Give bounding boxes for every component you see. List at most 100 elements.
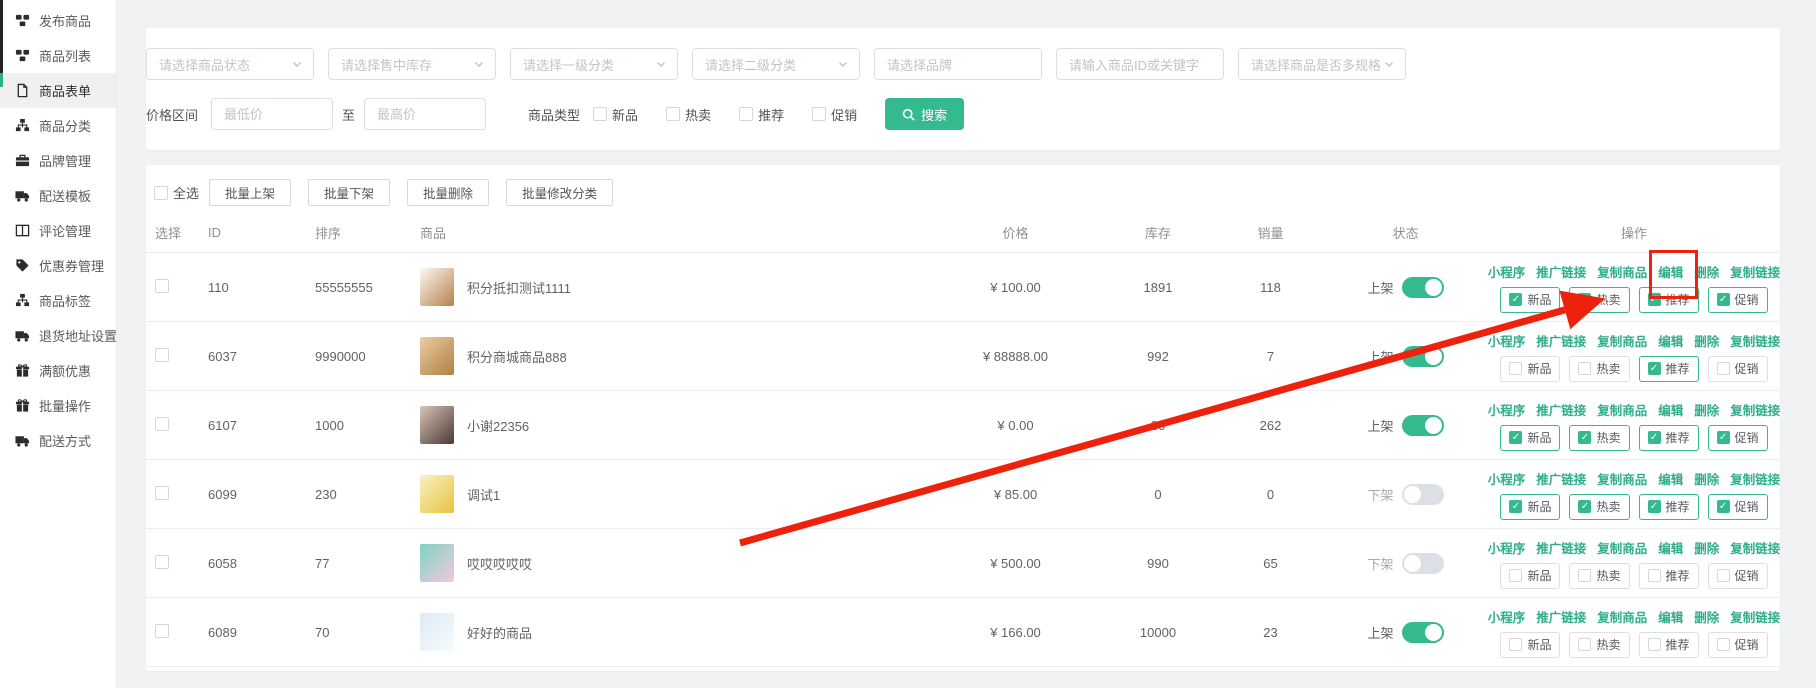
checkbox-icon[interactable] xyxy=(666,107,680,121)
min-price-input[interactable] xyxy=(211,98,333,130)
sidebar-item-delivery-template[interactable]: 配送模板 xyxy=(0,178,116,213)
action-mini-program[interactable]: 小程序 xyxy=(1488,262,1526,281)
status-toggle[interactable] xyxy=(1402,415,1444,436)
batch-delete-button[interactable]: 批量删除 xyxy=(407,179,489,206)
type-checkbox-new[interactable]: 新品 xyxy=(593,105,638,124)
batch-on-shelf-button[interactable]: 批量上架 xyxy=(209,179,291,206)
tag-checkbox-recommend[interactable]: ✓推荐 xyxy=(1639,494,1699,520)
action-mini-program[interactable]: 小程序 xyxy=(1488,400,1526,419)
max-price-input[interactable] xyxy=(364,98,486,130)
action-copy-link[interactable]: 复制链接 xyxy=(1730,400,1780,419)
sidebar-item-return-address-settings[interactable]: 退货地址设置 xyxy=(0,318,116,353)
tag-checkbox-hot[interactable]: ✓热卖 xyxy=(1569,494,1629,520)
tag-checkbox-promo[interactable]: 促销 xyxy=(1708,563,1768,589)
status-toggle[interactable] xyxy=(1402,622,1444,643)
action-edit[interactable]: 编辑 xyxy=(1658,607,1683,626)
action-edit[interactable]: 编辑 xyxy=(1658,400,1683,419)
select-all-checkbox[interactable]: 全选 xyxy=(154,183,199,202)
sidebar-item-publish-product[interactable]: 发布商品 xyxy=(0,3,116,38)
action-delete[interactable]: 删除 xyxy=(1694,469,1719,488)
tag-checkbox-recommend[interactable]: ✓推荐 xyxy=(1639,287,1699,313)
tag-checkbox-promo[interactable]: ✓促销 xyxy=(1708,287,1768,313)
action-copy-link[interactable]: 复制链接 xyxy=(1730,262,1780,281)
tag-checkbox-recommend[interactable]: ✓推荐 xyxy=(1639,356,1699,382)
tag-checkbox-promo[interactable]: ✓促销 xyxy=(1708,425,1768,451)
product-id-keyword-input[interactable]: 请输入商品ID或关键字 xyxy=(1056,48,1224,80)
action-delete[interactable]: 删除 xyxy=(1694,400,1719,419)
tag-checkbox-recommend[interactable]: ✓推荐 xyxy=(1639,425,1699,451)
checkbox-icon[interactable] xyxy=(812,107,826,121)
tag-checkbox-recommend[interactable]: 推荐 xyxy=(1639,563,1699,589)
action-promo-link[interactable]: 推广链接 xyxy=(1536,607,1586,626)
sidebar-item-product-list[interactable]: 商品列表 xyxy=(0,38,116,73)
sidebar-item-batch-operations[interactable]: 批量操作 xyxy=(0,388,116,423)
tag-checkbox-hot[interactable]: 热卖 xyxy=(1569,632,1629,658)
sidebar-scrollbar-thumb[interactable] xyxy=(0,0,3,73)
row-checkbox[interactable] xyxy=(155,486,169,500)
checkbox-icon[interactable] xyxy=(739,107,753,121)
action-copy-link[interactable]: 复制链接 xyxy=(1730,331,1780,350)
sidebar-item-comment-management[interactable]: 评论管理 xyxy=(0,213,116,248)
action-copy-link[interactable]: 复制链接 xyxy=(1730,607,1780,626)
search-button[interactable]: 搜索 xyxy=(885,98,964,130)
action-copy-product[interactable]: 复制商品 xyxy=(1597,469,1647,488)
action-delete[interactable]: 删除 xyxy=(1694,331,1719,350)
sidebar-item-coupon-management[interactable]: 优惠券管理 xyxy=(0,248,116,283)
batch-off-shelf-button[interactable]: 批量下架 xyxy=(308,179,390,206)
action-delete[interactable]: 删除 xyxy=(1694,262,1719,281)
checkbox-icon[interactable] xyxy=(154,186,168,200)
action-promo-link[interactable]: 推广链接 xyxy=(1536,331,1586,350)
tag-checkbox-new[interactable]: 新品 xyxy=(1500,563,1560,589)
batch-change-category-button[interactable]: 批量修改分类 xyxy=(506,179,613,206)
tag-checkbox-new[interactable]: ✓新品 xyxy=(1500,425,1560,451)
sidebar-item-product-category[interactable]: 商品分类 xyxy=(0,108,116,143)
action-mini-program[interactable]: 小程序 xyxy=(1488,607,1526,626)
row-checkbox[interactable] xyxy=(155,624,169,638)
brand-select[interactable]: 请选择品牌 xyxy=(874,48,1042,80)
action-copy-link[interactable]: 复制链接 xyxy=(1730,469,1780,488)
row-checkbox[interactable] xyxy=(155,417,169,431)
tag-checkbox-hot[interactable]: ✓热卖 xyxy=(1569,425,1629,451)
action-edit[interactable]: 编辑 xyxy=(1658,262,1683,281)
sidebar-item-brand-management[interactable]: 品牌管理 xyxy=(0,143,116,178)
level2-category-select[interactable]: 请选择二级分类 xyxy=(692,48,860,80)
action-promo-link[interactable]: 推广链接 xyxy=(1536,538,1586,557)
action-delete[interactable]: 删除 xyxy=(1694,538,1719,557)
action-edit[interactable]: 编辑 xyxy=(1658,331,1683,350)
level1-category-select[interactable]: 请选择一级分类 xyxy=(510,48,678,80)
sidebar-item-product-tags[interactable]: 商品标签 xyxy=(0,283,116,318)
action-copy-product[interactable]: 复制商品 xyxy=(1597,607,1647,626)
checkbox-icon[interactable] xyxy=(593,107,607,121)
tag-checkbox-new[interactable]: 新品 xyxy=(1500,632,1560,658)
product-status-select[interactable]: 请选择商品状态 xyxy=(146,48,314,80)
action-edit[interactable]: 编辑 xyxy=(1658,469,1683,488)
tag-checkbox-new[interactable]: ✓新品 xyxy=(1500,287,1560,313)
action-copy-product[interactable]: 复制商品 xyxy=(1597,262,1647,281)
multi-spec-select[interactable]: 请选择商品是否多规格 xyxy=(1238,48,1406,80)
status-toggle[interactable] xyxy=(1402,346,1444,367)
action-copy-link[interactable]: 复制链接 xyxy=(1730,538,1780,557)
action-mini-program[interactable]: 小程序 xyxy=(1488,331,1526,350)
status-toggle[interactable] xyxy=(1402,277,1444,298)
row-checkbox[interactable] xyxy=(155,279,169,293)
action-promo-link[interactable]: 推广链接 xyxy=(1536,469,1586,488)
action-delete[interactable]: 删除 xyxy=(1694,607,1719,626)
tag-checkbox-new[interactable]: 新品 xyxy=(1500,356,1560,382)
tag-checkbox-hot[interactable]: 热卖 xyxy=(1569,356,1629,382)
tag-checkbox-promo[interactable]: 促销 xyxy=(1708,356,1768,382)
action-mini-program[interactable]: 小程序 xyxy=(1488,538,1526,557)
action-promo-link[interactable]: 推广链接 xyxy=(1536,400,1586,419)
action-copy-product[interactable]: 复制商品 xyxy=(1597,331,1647,350)
status-toggle[interactable] xyxy=(1402,553,1444,574)
action-edit[interactable]: 编辑 xyxy=(1658,538,1683,557)
tag-checkbox-promo[interactable]: 促销 xyxy=(1708,632,1768,658)
tag-checkbox-hot[interactable]: ✓热卖 xyxy=(1569,287,1629,313)
action-copy-product[interactable]: 复制商品 xyxy=(1597,538,1647,557)
tag-checkbox-recommend[interactable]: 推荐 xyxy=(1639,632,1699,658)
tag-checkbox-hot[interactable]: 热卖 xyxy=(1569,563,1629,589)
type-checkbox-recommend[interactable]: 推荐 xyxy=(739,105,784,124)
sidebar-item-product-form[interactable]: 商品表单 xyxy=(0,73,116,108)
type-checkbox-hot[interactable]: 热卖 xyxy=(666,105,711,124)
tag-checkbox-new[interactable]: ✓新品 xyxy=(1500,494,1560,520)
action-copy-product[interactable]: 复制商品 xyxy=(1597,400,1647,419)
